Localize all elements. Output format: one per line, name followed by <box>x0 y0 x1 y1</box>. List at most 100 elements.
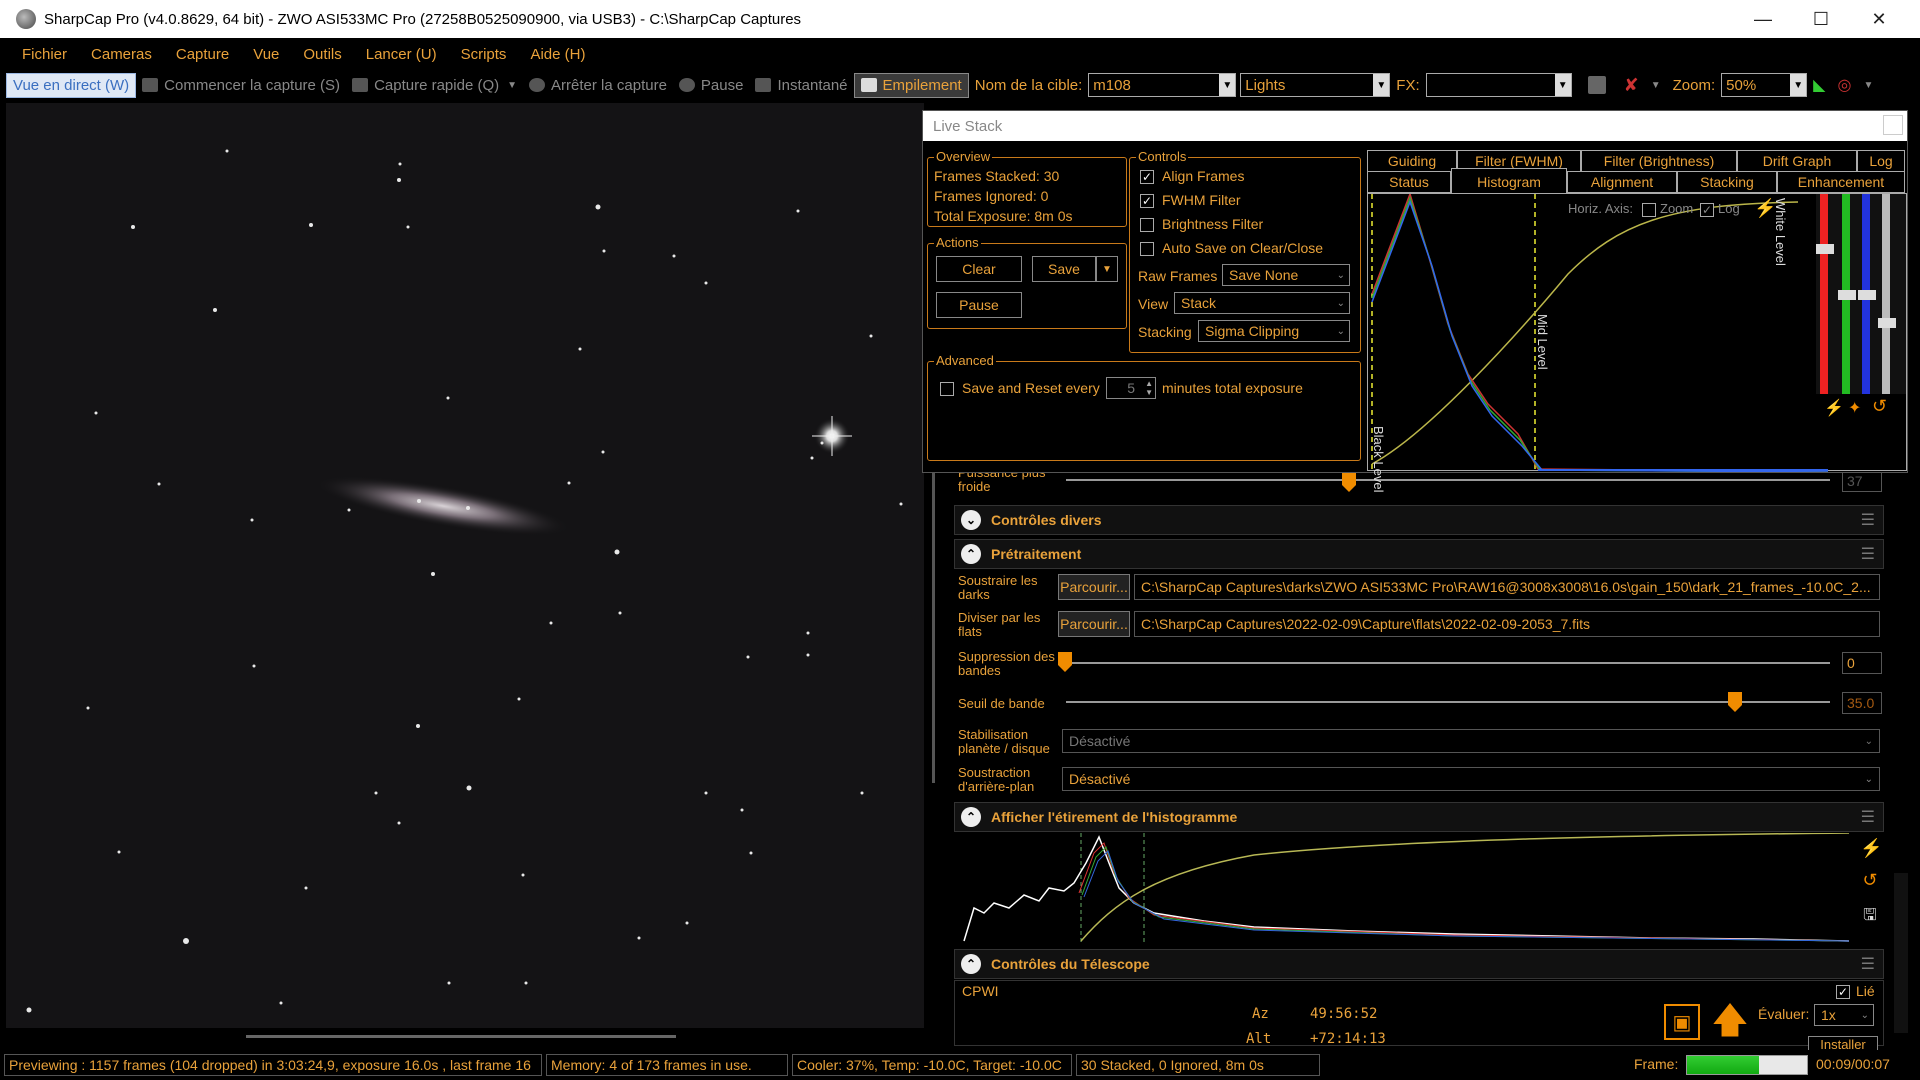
chevron-down-icon[interactable]: ▼ <box>1857 80 1879 91</box>
pause-button[interactable]: Pause <box>673 77 750 94</box>
histogram-icon[interactable]: ◣ <box>1807 75 1831 95</box>
menu-fichier[interactable]: Fichier <box>10 46 79 63</box>
section-preprocessing[interactable]: ⌃ Prétraitement ☰ <box>954 539 1884 569</box>
tab-log[interactable]: Log <box>1857 150 1905 172</box>
banding-threshold-value[interactable]: 35.0 <box>1842 692 1882 714</box>
arrow-up-icon[interactable]: 🡅 <box>1710 1000 1750 1042</box>
pause-stack-button[interactable]: Pause <box>936 292 1022 318</box>
reset-icon[interactable]: ↺ <box>1872 396 1887 417</box>
auto-stretch-icon[interactable]: ⚡ <box>1860 838 1882 860</box>
tab-filter-brightness[interactable]: Filter (Brightness) <box>1581 150 1737 172</box>
reset-icon[interactable]: ↺ <box>1860 870 1880 892</box>
menu-outils[interactable]: Outils <box>291 46 353 63</box>
stacking-dropdown[interactable]: Sigma Clipping ⌄ <box>1198 320 1350 342</box>
align-frames-checkbox[interactable]: ✓ <box>1140 170 1154 184</box>
tab-guiding[interactable]: Guiding <box>1367 150 1457 172</box>
tab-status[interactable]: Status <box>1367 171 1451 193</box>
luminance-slider-track[interactable] <box>1882 194 1890 394</box>
image-horizontal-scrollbar[interactable] <box>6 1028 924 1044</box>
minimize-button[interactable]: — <box>1734 0 1792 38</box>
cooler-power-slider-track[interactable] <box>1066 479 1830 481</box>
live-view-button[interactable]: Vue en direct (W) <box>6 72 137 98</box>
luminance-slider-thumb[interactable] <box>1878 318 1896 328</box>
menu-scripts[interactable]: Scripts <box>449 46 519 63</box>
spinner-arrows-icon[interactable]: ▲ ▼ <box>1145 379 1153 397</box>
menu-lancer[interactable]: Lancer (U) <box>354 46 449 63</box>
tab-stacking[interactable]: Stacking <box>1677 171 1777 193</box>
menu-icon[interactable]: ☰ <box>1861 954 1875 974</box>
browse-flats-button[interactable]: Parcourir... <box>1058 611 1130 637</box>
tab-enhancement[interactable]: Enhancement <box>1777 171 1905 193</box>
browse-darks-button[interactable]: Parcourir... <box>1058 574 1130 600</box>
auto-balance-icon[interactable]: ⚡ <box>1824 398 1844 418</box>
start-capture-button[interactable]: Commencer la capture (S) <box>136 77 346 94</box>
menu-capture[interactable]: Capture <box>164 46 241 63</box>
zoom-combo[interactable]: 50% ▼ <box>1721 73 1808 97</box>
menu-icon[interactable]: ☰ <box>1861 510 1875 530</box>
save-reset-spinner[interactable]: 5 ▲ ▼ <box>1106 377 1156 399</box>
color-balance-sliders[interactable] <box>1816 194 1906 394</box>
snapshot-button[interactable]: Instantané <box>749 77 853 94</box>
rate-dropdown[interactable]: 1x ⌄ <box>1814 1004 1874 1026</box>
frame-type-combo[interactable]: Lights ▼ <box>1240 73 1391 97</box>
chevron-down-icon[interactable]: ▼ <box>1645 80 1667 91</box>
close-button[interactable]: ✕ <box>1850 0 1908 38</box>
overlay-icon[interactable] <box>1582 76 1618 94</box>
menu-icon[interactable]: ☰ <box>1861 544 1875 564</box>
target-combo[interactable]: m108 ▼ <box>1088 73 1237 97</box>
quick-capture-button[interactable]: Capture rapide (Q) ▼ <box>346 77 523 94</box>
flats-path-combo[interactable]: C:\SharpCap Captures\2022-02-09\Capture\… <box>1134 611 1880 637</box>
zoom-checkbox[interactable] <box>1642 203 1656 217</box>
histogram-stretch-graph[interactable] <box>954 832 1854 945</box>
menu-vue[interactable]: Vue <box>241 46 291 63</box>
panel-scrollbar[interactable] <box>1894 873 1908 1033</box>
blue-slider-thumb[interactable] <box>1858 290 1876 300</box>
close-icon[interactable] <box>1883 115 1903 135</box>
darks-path-combo[interactable]: C:\SharpCap Captures\darks\ZWO ASI533MC … <box>1134 574 1880 600</box>
chevron-down-icon[interactable]: ⌄ <box>961 510 981 530</box>
brightness-filter-checkbox[interactable] <box>1140 218 1154 232</box>
auto-save-checkbox[interactable] <box>1140 242 1154 256</box>
menu-cameras[interactable]: Cameras <box>79 46 164 63</box>
stop-capture-button[interactable]: Arrêter la capture <box>523 77 673 94</box>
chevron-down-icon[interactable]: ▼ <box>1096 256 1118 282</box>
menu-aide[interactable]: Aide (H) <box>518 46 597 63</box>
banding-threshold-slider-track[interactable] <box>1066 701 1830 703</box>
log-checkbox[interactable]: ✓ <box>1700 203 1714 217</box>
cooler-power-value[interactable]: 37 <box>1842 470 1882 492</box>
section-telescope-controls[interactable]: ⌃ Contrôles du Télescope ☰ <box>954 949 1884 979</box>
star-icon[interactable]: ✦ <box>1848 398 1861 418</box>
red-slider-thumb[interactable] <box>1816 244 1834 254</box>
menu-icon[interactable]: ☰ <box>1861 807 1875 827</box>
save-icon[interactable]: 🖫 <box>1860 904 1880 926</box>
red-slider-track[interactable] <box>1820 194 1828 394</box>
stacking-button[interactable]: Empilement <box>853 72 969 98</box>
scrollbar-thumb[interactable] <box>246 1035 676 1038</box>
reticle-icon[interactable]: ✘ <box>1618 75 1645 96</box>
fwhm-filter-checkbox[interactable]: ✓ <box>1140 194 1154 208</box>
tab-alignment[interactable]: Alignment <box>1567 171 1677 193</box>
banding-value[interactable]: 0 <box>1842 652 1882 674</box>
tab-histogram[interactable]: Histogram <box>1451 168 1567 194</box>
green-slider-thumb[interactable] <box>1838 290 1856 300</box>
chevron-up-icon[interactable]: ⌃ <box>961 807 981 827</box>
view-dropdown[interactable]: Stack ⌄ <box>1174 292 1350 314</box>
save-button[interactable]: Save <box>1032 256 1096 282</box>
chevron-up-icon[interactable]: ⌃ <box>961 954 981 974</box>
chevron-up-icon[interactable]: ⌃ <box>961 544 981 564</box>
background-subtraction-dropdown[interactable]: Désactivé ⌄ <box>1062 767 1880 791</box>
chevron-down-icon[interactable]: ▼ <box>507 80 517 91</box>
section-histogram-stretch[interactable]: ⌃ Afficher l'étirement de l'histogramme … <box>954 802 1884 832</box>
stabilisation-dropdown[interactable]: Désactivé ⌄ <box>1062 729 1880 753</box>
section-misc-controls[interactable]: ⌄ Contrôles divers ☰ <box>954 505 1884 535</box>
save-reset-checkbox[interactable] <box>940 382 954 396</box>
fx-combo[interactable]: ▼ <box>1425 73 1572 97</box>
linked-checkbox[interactable]: ✓ <box>1836 985 1850 999</box>
banding-slider-track[interactable] <box>1066 662 1830 664</box>
clear-button[interactable]: Clear <box>936 256 1022 282</box>
park-button[interactable]: ▣ <box>1664 1004 1700 1040</box>
tab-drift-graph[interactable]: Drift Graph <box>1737 150 1857 172</box>
target-icon[interactable]: ◎ <box>1831 75 1857 95</box>
maximize-button[interactable]: ☐ <box>1792 0 1850 38</box>
lightning-icon[interactable]: ⚡ <box>1754 198 1776 222</box>
